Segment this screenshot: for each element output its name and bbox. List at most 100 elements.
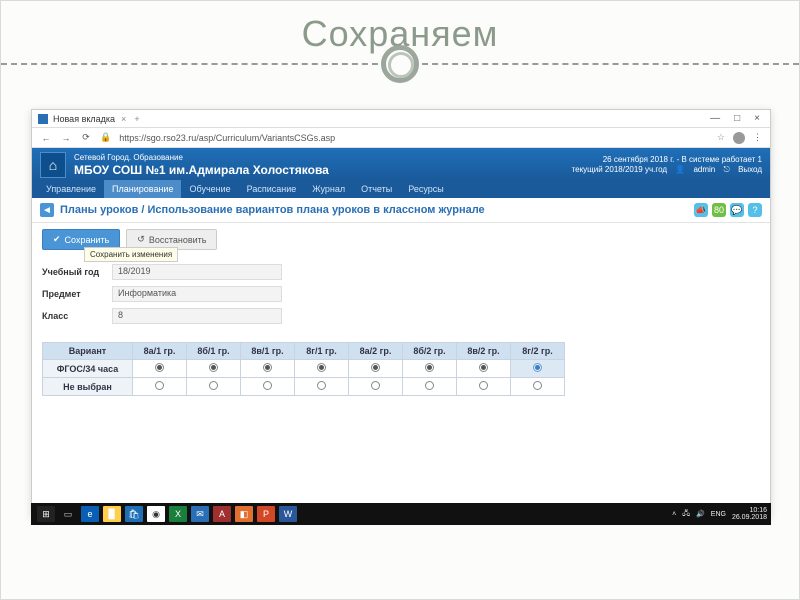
header-user[interactable]: admin — [693, 165, 715, 174]
excel-icon[interactable]: X — [169, 506, 187, 522]
explorer-icon[interactable]: ▉ — [103, 506, 121, 522]
profile-icon[interactable] — [733, 132, 745, 144]
radio-none-1[interactable] — [155, 381, 164, 390]
col-5: 8а/2 гр. — [349, 343, 403, 360]
window-minimize-icon[interactable]: — — [710, 113, 720, 124]
radio-fgos-4[interactable] — [317, 363, 326, 372]
nav-management[interactable]: Управление — [38, 180, 104, 198]
row-label-fgos: ФГОС/34 часа — [43, 360, 133, 378]
browser-toolbar: ← → ⟳ 🔒 https://sgo.rso23.ru/asp/Curricu… — [32, 128, 770, 148]
save-icon: ✔ — [53, 234, 61, 245]
header-date-status: 26 сентября 2018 г. - В системе работает… — [566, 155, 762, 165]
app-logo: ⌂ — [40, 152, 66, 178]
restore-icon: ↺ — [137, 234, 145, 245]
label-class: Класс — [42, 311, 112, 321]
tray-time[interactable]: 10:16 — [749, 507, 767, 514]
help-icon[interactable]: ? — [748, 203, 762, 217]
logout-icon: ⎋ — [724, 165, 730, 174]
nav-resources[interactable]: Ресурсы — [400, 180, 452, 198]
windows-taskbar: ⊞ ▭ e ▉ 🛍 ◉ X ✉ A ◧ P W ˄ 🖧 🔊 ENG 10:16 … — [31, 503, 771, 525]
field-year[interactable]: 18/2019 — [112, 264, 282, 280]
field-class[interactable]: 8 — [112, 308, 282, 324]
window-maximize-icon[interactable]: □ — [734, 113, 740, 124]
radio-none-8[interactable] — [533, 381, 542, 390]
nav-reports[interactable]: Отчеты — [353, 180, 400, 198]
tray-lang[interactable]: ENG — [711, 511, 726, 518]
breadcrumb-bar: ◄ Планы уроков / Использование вариантов… — [32, 198, 770, 223]
radio-fgos-3[interactable] — [263, 363, 272, 372]
breadcrumb: Планы уроков / Использование вариантов п… — [60, 204, 485, 216]
radio-fgos-7[interactable] — [479, 363, 488, 372]
app-subtitle: Сетевой Город. Образование — [74, 153, 329, 163]
taskview-icon[interactable]: ▭ — [59, 506, 77, 522]
radio-none-3[interactable] — [263, 381, 272, 390]
tab-close-icon[interactable]: × — [121, 114, 126, 124]
nav-journal[interactable]: Журнал — [304, 180, 353, 198]
nav-reload-icon[interactable]: ⟳ — [80, 132, 92, 144]
field-subject[interactable]: Информатика — [112, 286, 282, 302]
start-button[interactable]: ⊞ — [37, 506, 55, 522]
save-button-label: Сохранить — [65, 235, 110, 245]
back-button[interactable]: ◄ — [40, 203, 54, 217]
radio-fgos-1[interactable] — [155, 363, 164, 372]
chat-icon[interactable]: 💬 — [730, 203, 744, 217]
nav-forward-icon[interactable]: → — [60, 132, 72, 144]
tray-network-icon[interactable]: 🖧 — [682, 509, 690, 520]
bookmark-star-icon[interactable]: ☆ — [717, 132, 725, 143]
mail-icon[interactable]: ✉ — [191, 506, 209, 522]
filter-form: Учебный год 18/2019 Предмет Информатика … — [32, 256, 770, 338]
radio-none-6[interactable] — [425, 381, 434, 390]
browser-tabstrip: Новая вкладка × + — □ × — [32, 110, 770, 128]
nav-schedule[interactable]: Расписание — [239, 180, 305, 198]
radio-none-4[interactable] — [317, 381, 326, 390]
col-6: 8б/2 гр. — [403, 343, 457, 360]
lock-icon: 🔒 — [100, 132, 111, 143]
radio-fgos-5[interactable] — [371, 363, 380, 372]
powerpoint-icon[interactable]: P — [257, 506, 275, 522]
tray-volume-icon[interactable]: 🔊 — [696, 510, 705, 518]
browser-window: Новая вкладка × + — □ × ← → ⟳ 🔒 https://… — [31, 109, 771, 517]
variants-table: Вариант 8а/1 гр. 8б/1 гр. 8в/1 гр. 8г/1 … — [42, 342, 565, 396]
messages-badge[interactable]: 80 — [712, 203, 726, 217]
col-3: 8в/1 гр. — [241, 343, 295, 360]
tab-favicon — [38, 114, 48, 124]
col-1: 8а/1 гр. — [133, 343, 187, 360]
table-header-row: Вариант 8а/1 гр. 8б/1 гр. 8в/1 гр. 8г/1 … — [43, 343, 565, 360]
radio-none-2[interactable] — [209, 381, 218, 390]
row-label-none: Не выбран — [43, 378, 133, 396]
nav-education[interactable]: Обучение — [181, 180, 238, 198]
app-header: ⌂ Сетевой Город. Образование МБОУ СОШ №1… — [32, 148, 770, 180]
tray-date[interactable]: 26.09.2018 — [732, 514, 767, 521]
new-tab-icon[interactable]: + — [134, 114, 139, 124]
nav-planning[interactable]: Планирование — [104, 180, 181, 198]
restore-button-label: Восстановить — [149, 235, 207, 245]
main-nav: Управление Планирование Обучение Расписа… — [32, 180, 770, 198]
app-icon[interactable]: ◧ — [235, 506, 253, 522]
tray-chevron-icon[interactable]: ˄ — [672, 511, 676, 518]
label-year: Учебный год — [42, 267, 112, 277]
col-8: 8г/2 гр. — [511, 343, 565, 360]
radio-none-5[interactable] — [371, 381, 380, 390]
browser-menu-icon[interactable]: ⋮ — [753, 132, 762, 143]
announce-icon[interactable]: 📣 — [694, 203, 708, 217]
edge-icon[interactable]: e — [81, 506, 99, 522]
address-bar[interactable]: https://sgo.rso23.ru/asp/Curriculum/Vari… — [119, 133, 709, 143]
radio-fgos-2[interactable] — [209, 363, 218, 372]
app-title: МБОУ СОШ №1 им.Адмирала Холостякова — [74, 163, 329, 177]
window-close-icon[interactable]: × — [754, 113, 760, 124]
save-tooltip: Сохранить изменения — [84, 247, 178, 262]
label-subject: Предмет — [42, 289, 112, 299]
word-icon[interactable]: W — [279, 506, 297, 522]
browser-tab-title[interactable]: Новая вкладка — [53, 114, 115, 124]
radio-none-7[interactable] — [479, 381, 488, 390]
radio-fgos-8[interactable] — [533, 363, 542, 372]
radio-fgos-6[interactable] — [425, 363, 434, 372]
action-toolbar: ✔ Сохранить ↺ Восстановить Сохранить изм… — [32, 223, 770, 256]
chrome-icon[interactable]: ◉ — [147, 506, 165, 522]
nav-back-icon[interactable]: ← — [40, 132, 52, 144]
access-icon[interactable]: A — [213, 506, 231, 522]
table-row-fgos: ФГОС/34 часа — [43, 360, 565, 378]
col-7: 8в/2 гр. — [457, 343, 511, 360]
store-icon[interactable]: 🛍 — [125, 506, 143, 522]
header-logout[interactable]: Выход — [738, 165, 762, 174]
